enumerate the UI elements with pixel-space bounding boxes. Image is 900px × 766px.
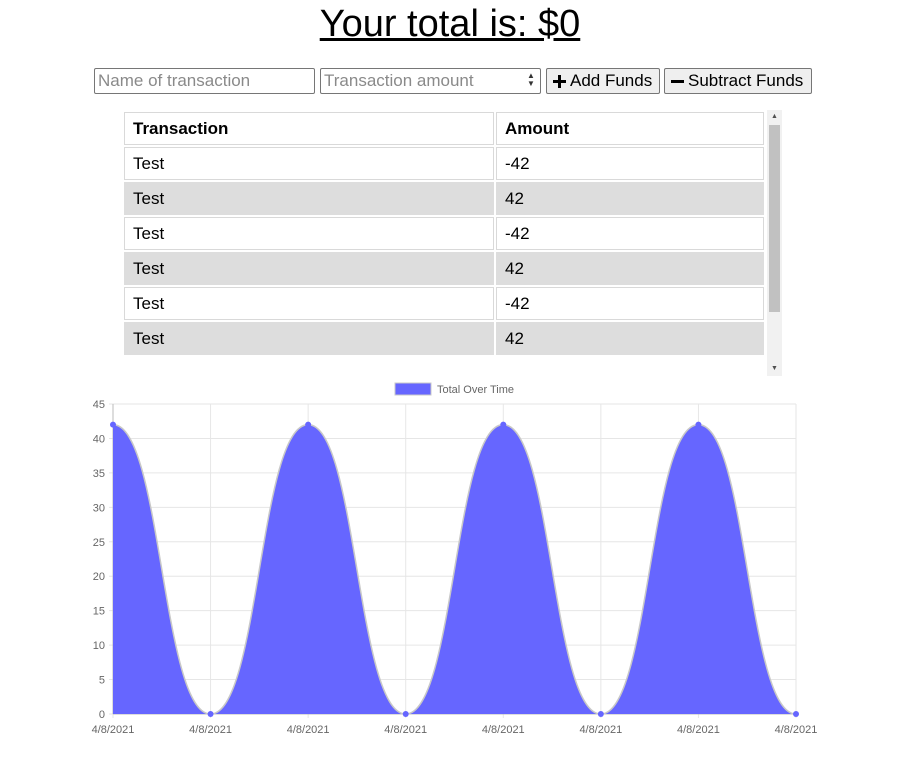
transaction-amount-cell: -42 <box>496 147 764 180</box>
transactions-table-container[interactable]: Transaction Amount Test -42 Test 42 Test… <box>122 110 782 376</box>
y-tick-label: 5 <box>99 675 105 687</box>
plus-icon <box>553 74 566 88</box>
table-row: Test -42 <box>124 287 764 320</box>
scroll-up-arrow-icon[interactable]: ▲ <box>767 110 782 124</box>
table-row: Test 42 <box>124 182 764 215</box>
table-row: Test 42 <box>124 322 764 355</box>
y-tick-label: 45 <box>93 399 105 411</box>
transaction-amount-cell: 42 <box>496 252 764 285</box>
y-tick-label: 0 <box>99 709 105 721</box>
transaction-name-cell: Test <box>124 217 494 250</box>
transaction-amount-cell: 42 <box>496 322 764 355</box>
subtract-funds-button[interactable]: Subtract Funds <box>664 68 812 94</box>
transaction-amount-input[interactable] <box>320 68 541 94</box>
x-tick-label: 4/8/2021 <box>775 724 818 736</box>
data-point <box>500 421 507 428</box>
transaction-amount-cell: 42 <box>496 182 764 215</box>
transaction-name-cell: Test <box>124 252 494 285</box>
minus-icon <box>671 79 684 83</box>
data-point <box>695 421 702 428</box>
scroll-down-arrow-icon[interactable]: ▼ <box>767 362 782 376</box>
y-tick-label: 25 <box>93 537 105 549</box>
data-point <box>110 421 116 428</box>
y-tick-label: 15 <box>93 606 105 618</box>
transaction-name-input[interactable] <box>94 68 315 94</box>
transaction-name-cell: Test <box>124 322 494 355</box>
x-tick-label: 4/8/2021 <box>482 724 525 736</box>
column-header-transaction: Transaction <box>124 112 494 145</box>
legend-swatch <box>394 382 432 396</box>
data-point <box>402 711 409 717</box>
legend-label: Total Over Time <box>437 384 514 396</box>
transactions-table: Transaction Amount Test -42 Test 42 Test… <box>122 110 766 357</box>
x-tick-label: 4/8/2021 <box>92 724 135 736</box>
y-tick-label: 40 <box>93 433 105 445</box>
add-funds-label: Add Funds <box>570 71 653 90</box>
x-tick-label: 4/8/2021 <box>384 724 427 736</box>
table-row: Test -42 <box>124 217 764 250</box>
transaction-name-cell: Test <box>124 147 494 180</box>
y-tick-label: 10 <box>93 640 105 652</box>
column-header-amount: Amount <box>496 112 764 145</box>
y-tick-label: 35 <box>93 468 105 480</box>
y-tick-label: 30 <box>93 502 105 514</box>
add-funds-button[interactable]: Add Funds <box>546 68 660 94</box>
scrollbar-thumb[interactable] <box>769 125 780 312</box>
x-tick-label: 4/8/2021 <box>579 724 622 736</box>
x-tick-label: 4/8/2021 <box>677 724 720 736</box>
data-point <box>793 711 799 717</box>
data-point <box>597 711 604 717</box>
transaction-amount-cell: -42 <box>496 287 764 320</box>
chart-svg: 0 5 10 15 20 25 30 35 40 45 4/8/2021 4/8/2021 4/8/20… <box>92 382 818 736</box>
table-row: Test -42 <box>124 147 764 180</box>
total-heading: Your total is: $0 <box>319 3 581 45</box>
x-tick-label: 4/8/2021 <box>287 724 330 736</box>
transaction-name-cell: Test <box>124 287 494 320</box>
transaction-amount-cell: -42 <box>496 217 764 250</box>
y-tick-label: 20 <box>93 571 105 583</box>
table-row: Test 42 <box>124 252 764 285</box>
x-tick-label: 4/8/2021 <box>189 724 232 736</box>
data-point <box>305 421 312 428</box>
subtract-funds-label: Subtract Funds <box>688 71 804 90</box>
total-over-time-chart: 0 5 10 15 20 25 30 35 40 45 4/8/2021 4/8/2021 4/8/20… <box>0 378 900 761</box>
transaction-name-cell: Test <box>124 182 494 215</box>
table-header-row: Transaction Amount <box>124 112 764 145</box>
table-scrollbar[interactable]: ▲ ▼ <box>767 110 782 376</box>
data-point <box>207 711 214 717</box>
